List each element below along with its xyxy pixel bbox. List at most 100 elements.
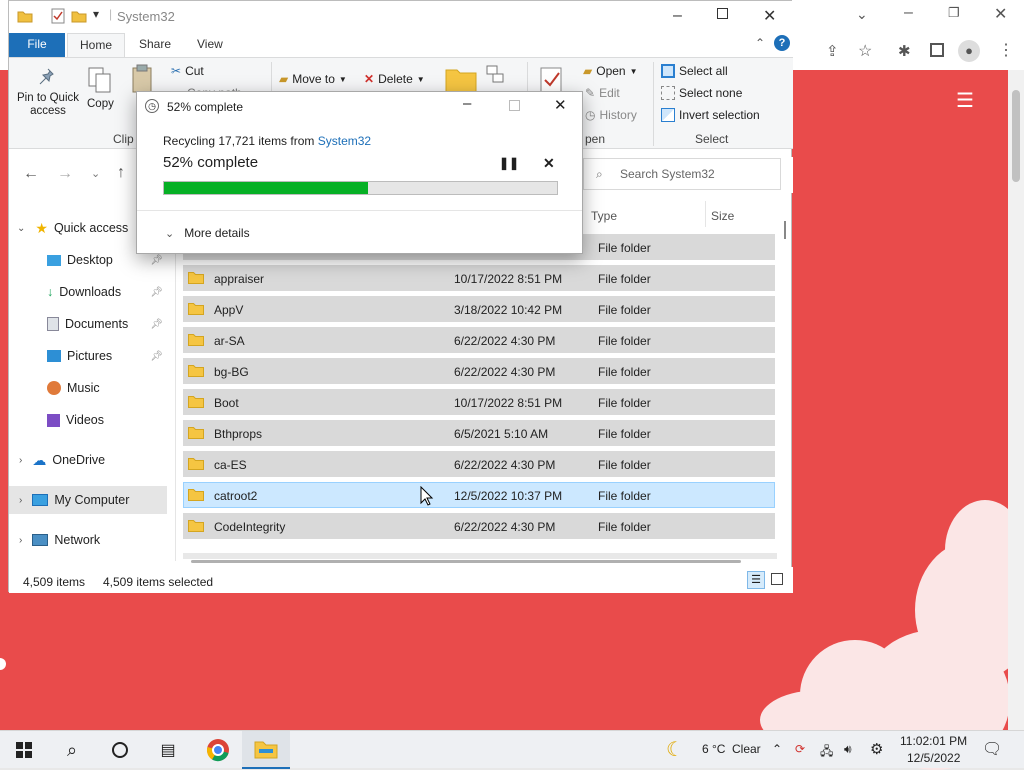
profile-avatar-icon[interactable]: ● — [958, 40, 980, 62]
chrome-taskbar-button[interactable] — [194, 731, 242, 769]
volume-icon[interactable]: 🔊︎ — [844, 742, 852, 757]
tab-home[interactable]: Home — [67, 33, 126, 57]
help-icon[interactable]: ? — [774, 35, 790, 51]
nav-network[interactable]: › Network — [9, 526, 167, 554]
file-row[interactable]: CodeIntegrity 6/22/2022 4:30 PM File folde… — [183, 513, 775, 539]
minimize-icon[interactable]: – — [463, 95, 471, 112]
tab-file[interactable]: File — [9, 33, 65, 57]
explorer-titlebar: ▾ | System32 – ✕ — [9, 1, 793, 33]
delete-button[interactable]: ✕ Delete ▼ — [364, 72, 425, 86]
move-to-button[interactable]: ▰ Move to ▼ — [279, 72, 347, 86]
file-row[interactable]: AppV 3/18/2022 10:42 PM File folder — [183, 296, 775, 322]
recent-locations-chevron-icon[interactable]: ⌄ — [91, 167, 100, 180]
more-menu-icon[interactable]: ⋮ — [998, 40, 1014, 60]
customize-toolbar-icon[interactable]: ▾ — [93, 7, 99, 21]
start-button[interactable] — [0, 731, 48, 769]
more-details-button[interactable]: ⌄ More details — [165, 226, 250, 240]
back-arrow-icon[interactable]: ← — [23, 165, 39, 183]
file-type: File folder — [598, 489, 651, 503]
minimize-icon[interactable]: – — [673, 7, 682, 25]
tab-view[interactable]: View — [185, 33, 235, 57]
chevron-down-icon: ⌄ — [17, 222, 26, 234]
cortana-button[interactable] — [96, 731, 144, 769]
share-icon[interactable]: ⇪ — [826, 42, 839, 60]
pin-icon[interactable]: 📌︎ — [150, 319, 163, 330]
tab-share[interactable]: Share — [127, 33, 183, 57]
settings-gear-icon[interactable]: ⚙ — [870, 740, 883, 758]
show-hidden-icons-chevron-icon[interactable]: ⌃ — [772, 742, 782, 756]
pin-icon[interactable]: 📌︎ — [150, 287, 163, 298]
pause-icon[interactable]: ❚❚ — [499, 156, 519, 170]
file-row[interactable]: catroot2 12/5/2022 10:37 PM File folder — [183, 482, 775, 508]
page-scrollbar[interactable] — [1008, 70, 1024, 730]
nav-documents[interactable]: Documents 📌︎ — [9, 310, 167, 338]
close-icon[interactable]: ✕ — [554, 96, 567, 114]
nav-onedrive[interactable]: › ☁ OneDrive — [9, 446, 167, 474]
new-item-icon[interactable] — [485, 64, 509, 86]
weather-temp[interactable]: 6 °C — [702, 742, 725, 756]
column-header-type[interactable]: Type — [591, 209, 617, 223]
bookmark-star-icon[interactable]: ☆ — [858, 41, 872, 61]
file-row[interactable]: Bthprops 6/5/2021 5:10 AM File folder — [183, 420, 775, 446]
weather-condition[interactable]: Clear — [732, 742, 761, 756]
hamburger-menu-icon[interactable]: ☰ — [956, 88, 974, 113]
file-row[interactable]: Boot 10/17/2022 8:51 PM File folder — [183, 389, 775, 415]
weather-moon-icon[interactable]: ☾ — [666, 737, 684, 762]
network-tray-icon[interactable]: 🖧︎ — [820, 742, 833, 763]
close-icon[interactable]: ✕ — [994, 4, 1007, 24]
file-row[interactable]: ca-ES 6/22/2022 4:30 PM File folder — [183, 451, 775, 477]
nav-downloads[interactable]: ↓ Downloads 📌︎ — [9, 278, 167, 306]
extensions-icon[interactable]: ✱ — [898, 42, 911, 60]
pin-icon[interactable]: 📌︎ — [150, 255, 163, 266]
clock-date[interactable]: 12/5/2022 — [907, 751, 960, 765]
nav-videos[interactable]: Videos — [9, 406, 167, 434]
new-folder-icon[interactable] — [445, 66, 477, 94]
nav-pictures[interactable]: Pictures 📌︎ — [9, 342, 167, 370]
notifications-icon[interactable]: 🗨︎ — [982, 739, 1002, 759]
forward-arrow-icon[interactable]: → — [57, 165, 73, 183]
restore-icon[interactable]: ❐ — [948, 5, 960, 21]
delete-progress-dialog: ◷ 52% complete – ✕ Recycling 17,721 item… — [136, 91, 583, 254]
properties-checkbox-icon[interactable] — [51, 8, 65, 24]
select-none-button[interactable]: Select none — [661, 86, 742, 100]
up-arrow-icon[interactable]: ↑ — [117, 164, 125, 182]
file-row[interactable]: bg-BG 6/22/2022 4:30 PM File folder — [183, 358, 775, 384]
close-icon[interactable]: ✕ — [763, 6, 776, 26]
pin-icon[interactable]: 📌︎ — [150, 351, 163, 362]
sync-error-icon[interactable]: ⟳ — [795, 742, 805, 756]
side-panel-icon[interactable] — [930, 43, 944, 57]
new-folder-icon[interactable] — [71, 9, 87, 23]
task-view-button[interactable]: ▤ — [144, 731, 192, 769]
vertical-scrollbar[interactable] — [784, 221, 786, 239]
collapse-ribbon-icon[interactable]: ⌃ — [755, 36, 765, 50]
maximize-icon[interactable] — [717, 8, 728, 19]
details-view-icon[interactable]: ☰ — [747, 571, 765, 589]
file-row[interactable]: ar-SA 6/22/2022 4:30 PM File folder — [183, 327, 775, 353]
explorer-taskbar-button[interactable] — [242, 731, 290, 769]
edit-button[interactable]: ✎ Edit — [585, 86, 620, 100]
cut-button[interactable]: ✂ Cut — [171, 64, 204, 78]
source-link[interactable]: System32 — [318, 134, 371, 148]
file-row[interactable]: appraiser 10/17/2022 8:51 PM File folder — [183, 265, 775, 291]
large-icons-view-icon[interactable] — [771, 573, 783, 585]
clock-time[interactable]: 11:02:01 PM — [900, 734, 967, 748]
cancel-icon[interactable]: ✕ — [543, 155, 555, 172]
invert-selection-button[interactable]: Invert selection — [661, 108, 760, 122]
select-all-button[interactable]: Select all — [661, 64, 728, 78]
column-header-size[interactable]: Size — [711, 209, 734, 223]
chevron-down-icon[interactable]: ⌄ — [856, 6, 868, 23]
pin-to-quick-access-button[interactable]: Pin to Quick access — [15, 68, 81, 118]
open-button[interactable]: ▰ Open ▼ — [583, 64, 638, 78]
search-taskbar-button[interactable]: ⌕ — [48, 731, 96, 769]
percent-complete: 52% complete — [163, 154, 259, 171]
delete-x-icon: ✕ — [364, 72, 375, 86]
minimize-icon[interactable]: – — [904, 4, 913, 22]
history-button[interactable]: ◷ History — [585, 108, 637, 122]
horizontal-scrollbar[interactable] — [191, 560, 741, 563]
copy-button[interactable]: Copy — [87, 66, 114, 110]
search-input[interactable]: ⌕ Search System32 — [583, 158, 781, 190]
nav-music[interactable]: Music — [9, 374, 167, 402]
music-icon — [47, 381, 61, 395]
nav-my-computer[interactable]: › My Computer — [9, 486, 167, 514]
mouse-cursor-icon — [420, 486, 434, 506]
